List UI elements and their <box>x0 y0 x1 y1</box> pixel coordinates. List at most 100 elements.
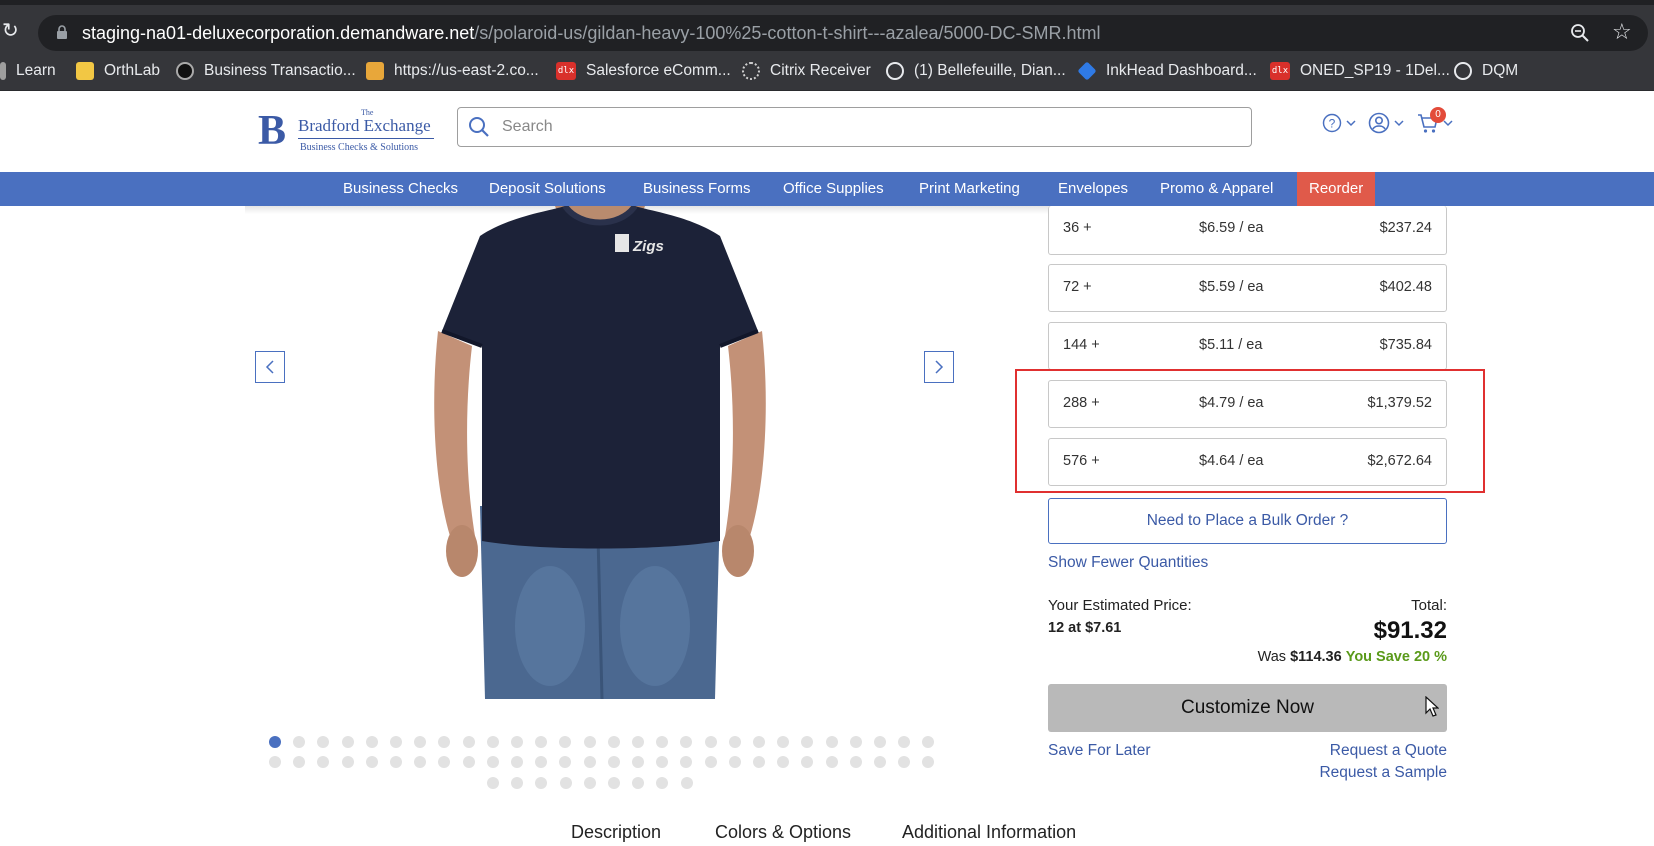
zoom-out-icon[interactable] <box>1570 23 1590 43</box>
carousel-dot[interactable] <box>390 736 402 748</box>
bookmark-item[interactable]: dlx ONED_SP19 - 1Del... <box>1270 60 1450 82</box>
carousel-dot[interactable] <box>656 756 669 768</box>
search-input[interactable] <box>494 108 1234 146</box>
carousel-dot[interactable] <box>317 756 330 768</box>
nav-envelopes[interactable]: Envelopes <box>1058 172 1128 206</box>
carousel-dot[interactable] <box>632 736 644 748</box>
carousel-dot[interactable] <box>293 736 306 748</box>
carousel-dot[interactable] <box>680 756 693 768</box>
cart-menu[interactable]: 0 <box>1417 107 1454 135</box>
carousel-dot[interactable] <box>511 777 524 789</box>
carousel-dot[interactable] <box>365 756 378 768</box>
carousel-next-button[interactable] <box>924 351 954 383</box>
bookmark-item[interactable]: Learn <box>0 60 56 82</box>
carousel-dot[interactable] <box>269 756 281 768</box>
carousel-dot[interactable] <box>632 777 645 789</box>
carousel-dot[interactable] <box>753 756 765 768</box>
lock-icon[interactable] <box>56 25 68 39</box>
carousel-dot[interactable] <box>728 736 741 748</box>
bookmark-item[interactable]: (1) Bellefeuille, Dian... <box>886 60 1066 82</box>
url-text[interactable]: staging-na01-deluxecorporation.demandwar… <box>82 23 1101 44</box>
carousel-dot[interactable] <box>632 756 644 768</box>
tab-description[interactable]: Description <box>571 822 661 843</box>
bookmark-item[interactable]: InkHead Dashboard... <box>1077 60 1257 82</box>
carousel-dot[interactable] <box>825 756 838 768</box>
carousel-dot[interactable] <box>608 777 620 789</box>
carousel-dot[interactable] <box>462 756 475 768</box>
carousel-dot[interactable] <box>487 777 499 789</box>
carousel-dot[interactable] <box>583 777 596 789</box>
carousel-dot[interactable] <box>656 777 669 789</box>
nav-print-marketing[interactable]: Print Marketing <box>919 172 1020 206</box>
bookmark-item[interactable]: dlx Salesforce eComm... <box>556 60 731 82</box>
bookmark-item[interactable]: https://us-east-2.co... <box>366 60 539 82</box>
bradford-exchange-logo[interactable]: B The Bradford Exchange Business Checks … <box>258 108 438 158</box>
carousel-dot[interactable] <box>704 756 717 768</box>
reload-icon[interactable]: ↻ <box>2 21 22 41</box>
save-for-later-link[interactable]: Save For Later <box>1048 742 1151 760</box>
carousel-dot[interactable] <box>511 736 523 748</box>
tab-colors-options[interactable]: Colors & Options <box>715 822 851 843</box>
carousel-dot[interactable] <box>559 777 572 789</box>
carousel-dot[interactable] <box>874 736 886 748</box>
carousel-dot[interactable] <box>414 756 427 768</box>
carousel-dot[interactable] <box>607 736 620 748</box>
address-bar[interactable]: staging-na01-deluxecorporation.demandwar… <box>38 15 1648 51</box>
carousel-dot[interactable] <box>583 756 596 768</box>
price-tier-row[interactable]: 72 + $5.59 / ea $402.48 <box>1048 264 1447 312</box>
bookmark-item[interactable]: Citrix Receiver <box>742 60 871 82</box>
request-quote-link[interactable]: Request a Quote <box>1330 742 1447 760</box>
carousel-dot[interactable] <box>777 756 790 768</box>
nav-business-forms[interactable]: Business Forms <box>643 172 751 206</box>
tab-additional-information[interactable]: Additional Information <box>902 822 1076 843</box>
nav-business-checks[interactable]: Business Checks <box>343 172 458 206</box>
carousel-dot[interactable] <box>317 736 330 748</box>
carousel-dot[interactable] <box>269 736 281 748</box>
carousel-dot[interactable] <box>849 756 862 768</box>
carousel-dot[interactable] <box>728 756 741 768</box>
carousel-dot[interactable] <box>438 736 451 748</box>
bookmark-item[interactable]: DQM <box>1454 60 1518 82</box>
bookmark-item[interactable]: Business Transactio... <box>176 60 356 82</box>
carousel-dot[interactable] <box>583 736 596 748</box>
carousel-dot[interactable] <box>559 736 572 748</box>
customize-now-button[interactable]: Customize Now <box>1048 684 1447 732</box>
price-tier-row[interactable]: 144 + $5.11 / ea $735.84 <box>1048 322 1447 370</box>
bookmark-item[interactable]: OrthLab <box>76 60 160 82</box>
carousel-dot[interactable] <box>922 756 935 768</box>
carousel-dot[interactable] <box>390 756 402 768</box>
carousel-dot[interactable] <box>753 736 765 748</box>
carousel-dot[interactable] <box>438 756 451 768</box>
nav-deposit-solutions[interactable]: Deposit Solutions <box>489 172 606 206</box>
carousel-dot[interactable] <box>801 756 814 768</box>
help-menu[interactable]: ? <box>1322 111 1357 135</box>
carousel-dot[interactable] <box>680 736 693 748</box>
bookmark-star-icon[interactable]: ☆ <box>1612 21 1634 43</box>
carousel-dot[interactable] <box>414 736 427 748</box>
show-fewer-quantities-link[interactable]: Show Fewer Quantities <box>1048 554 1208 572</box>
carousel-dot[interactable] <box>535 736 548 748</box>
carousel-prev-button[interactable] <box>255 351 285 383</box>
carousel-dot[interactable] <box>825 736 838 748</box>
carousel-dot[interactable] <box>486 736 499 748</box>
carousel-dot[interactable] <box>559 756 572 768</box>
carousel-dot[interactable] <box>680 777 693 789</box>
carousel-dot[interactable] <box>462 736 475 748</box>
account-menu[interactable] <box>1368 111 1405 135</box>
carousel-dot[interactable] <box>849 736 862 748</box>
bulk-order-button[interactable]: Need to Place a Bulk Order ? <box>1048 498 1447 544</box>
carousel-dot[interactable] <box>486 756 499 768</box>
carousel-dot[interactable] <box>511 756 523 768</box>
carousel-dot[interactable] <box>535 756 548 768</box>
carousel-dot[interactable] <box>293 756 306 768</box>
carousel-dot[interactable] <box>365 736 378 748</box>
carousel-dot[interactable] <box>535 777 548 789</box>
carousel-dot[interactable] <box>874 756 886 768</box>
carousel-dot[interactable] <box>607 756 620 768</box>
carousel-dot[interactable] <box>341 736 354 748</box>
carousel-dot[interactable] <box>922 736 935 748</box>
request-sample-link[interactable]: Request a Sample <box>1319 764 1447 782</box>
carousel-dot[interactable] <box>777 736 790 748</box>
nav-office-supplies[interactable]: Office Supplies <box>783 172 884 206</box>
carousel-dot[interactable] <box>656 736 669 748</box>
